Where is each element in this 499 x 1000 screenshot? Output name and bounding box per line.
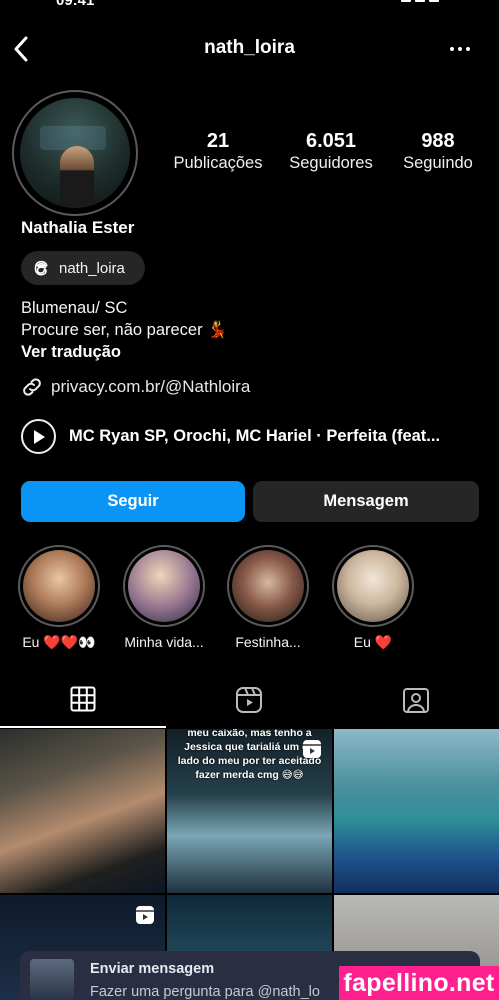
profile-username: nath_loira [204,37,295,58]
highlight-label: Eu ❤️ [353,634,393,650]
reel-indicator-icon [136,906,154,924]
highlight-item[interactable]: Eu ❤️❤️👀 [4,545,114,651]
dot-icon [466,47,470,51]
play-button[interactable] [21,419,56,454]
grid-post[interactable] [334,729,499,893]
highlight-item[interactable]: Minha vida... [109,545,219,650]
stat-label: Publicações [173,154,263,172]
tab-reels[interactable] [166,672,332,728]
dot-icon [450,47,454,51]
highlight-item[interactable]: Festinha... [213,545,323,650]
bio-line: Procure ser, não parecer 💃 [21,321,228,339]
reel-indicator-icon [303,740,321,758]
status-bar: 09:41 [0,0,499,10]
profile-tabs [0,672,499,728]
highlight-cover [337,550,409,622]
grid-post[interactable] [0,729,165,893]
profile-bio: Blumenau/ SC Procure ser, não parecer 💃 … [21,297,228,363]
grid-icon [70,686,96,712]
story-highlights: Eu ❤️❤️👀 Minha vida... Festinha... Eu ❤️ [0,545,499,655]
dm-thumbnail [30,959,74,1000]
dm-prompt-title: Enviar mensagem [90,961,215,977]
highlight-cover [23,550,95,622]
highlight-cover [232,550,304,622]
play-icon [33,429,45,444]
followers-count[interactable]: 6.051 Seguidores [284,130,378,173]
watermark: fapellino.net [339,966,499,1000]
tab-tagged[interactable] [333,672,499,728]
signal-icon [379,0,439,4]
highlight-label: Festinha... [235,634,301,650]
avatar-image [20,98,130,208]
bio-line: Blumenau/ SC [21,299,128,317]
message-button[interactable]: Mensagem [253,481,479,522]
highlight-cover [128,550,200,622]
avatar-person [60,146,94,206]
posts-count[interactable]: 21 Publicações [170,130,266,173]
status-time: 09:41 [56,0,95,9]
profile-stats: 21 Publicações 6.051 Seguidores 988 Segu… [170,130,480,173]
stat-value: 6.051 [305,130,357,152]
profile-link[interactable]: privacy.com.br/@Nathloira [21,376,250,398]
more-options-button[interactable] [445,38,475,60]
music-track: MC Ryan SP, Orochi, MC Hariel · Perfeita… [69,427,441,445]
highlight-label: Minha vida... [124,634,204,650]
highlight-ring [18,545,100,627]
threads-badge[interactable]: nath_loira [21,251,145,285]
stat-label: Seguindo [403,154,473,172]
see-translation-link[interactable]: Ver tradução [21,341,228,363]
stat-value: 21 [206,130,230,152]
following-count[interactable]: 988 Seguindo [396,130,480,173]
highlight-ring [332,545,414,627]
highlight-ring [123,545,205,627]
top-bar: nath_loira [0,28,499,70]
stat-value: 988 [421,130,455,152]
highlight-label: Eu ❤️❤️👀 [22,634,96,650]
threads-icon [34,260,48,276]
reels-icon [236,687,262,713]
profile-music[interactable]: MC Ryan SP, Orochi, MC Hariel · Perfeita… [21,419,486,454]
tagged-icon [403,688,429,713]
threads-handle: nath_loira [59,259,125,277]
link-icon [23,378,41,396]
follow-button[interactable]: Seguir [21,481,245,522]
profile-full-name: Nathalia Ester [21,218,135,237]
highlight-item[interactable]: Eu ❤️ [318,545,428,651]
tab-posts[interactable] [0,672,166,728]
link-url: privacy.com.br/@Nathloira [51,377,251,396]
post-caption: meu caixão, mas tenho a Jessica que tari… [177,729,322,781]
dm-prompt-subtitle: Fazer uma pergunta para @nath_lo [90,984,320,1000]
highlight-ring [227,545,309,627]
dot-icon [458,47,462,51]
grid-post[interactable]: meu caixão, mas tenho a Jessica que tari… [167,729,332,893]
profile-avatar[interactable] [12,90,138,216]
stat-label: Seguidores [289,154,373,172]
